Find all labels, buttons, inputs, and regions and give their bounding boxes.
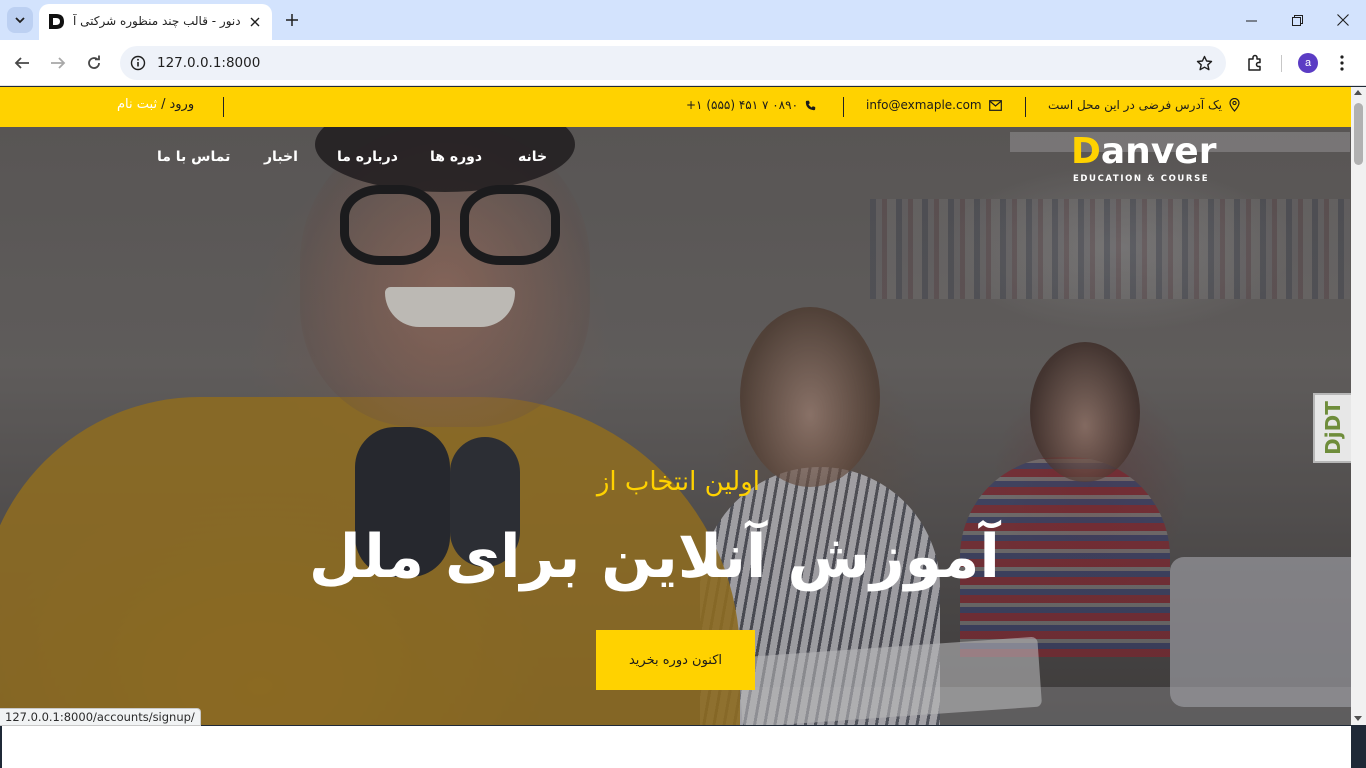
scroll-down-icon[interactable] bbox=[1354, 716, 1362, 721]
tab-strip: دنور - قالب چند منظوره شرکتی آ bbox=[0, 0, 1366, 40]
auth-separator: / bbox=[161, 97, 166, 112]
minimize-icon bbox=[1245, 20, 1257, 21]
phone-icon bbox=[805, 100, 816, 110]
top-info-bar: یک آدرس فرضی در این محل است info@exmaple… bbox=[0, 87, 1351, 127]
link-status-bubble: 127.0.0.1:8000/accounts/signup/ bbox=[0, 708, 201, 726]
address-bar[interactable]: 127.0.0.1:8000 bbox=[120, 46, 1226, 80]
logo-initial: D bbox=[1071, 131, 1101, 172]
signup-link[interactable]: ثبت نام bbox=[117, 97, 157, 112]
site-logo[interactable]: Danver EDUCATION & COURSE bbox=[1071, 131, 1241, 184]
active-tab[interactable]: دنور - قالب چند منظوره شرکتی آ bbox=[39, 4, 272, 40]
scroll-thumb[interactable] bbox=[1354, 103, 1363, 165]
minimize-button[interactable] bbox=[1228, 0, 1274, 40]
new-tab-button[interactable] bbox=[281, 9, 303, 31]
hero-section: Danver EDUCATION & COURSE خانه دوره ها د… bbox=[0, 127, 1351, 725]
profile-avatar[interactable]: a bbox=[1298, 53, 1318, 73]
logo-wordmark: Danver bbox=[1071, 131, 1216, 172]
auth-links: ورود/ ثبت نام bbox=[117, 97, 194, 112]
browser-menu-icon[interactable] bbox=[1334, 51, 1350, 75]
bookmark-star-icon[interactable] bbox=[1194, 53, 1214, 73]
site-info-icon[interactable] bbox=[128, 53, 148, 73]
browser-toolbar: 127.0.0.1:8000 a bbox=[0, 40, 1366, 86]
close-icon bbox=[1337, 14, 1349, 26]
email-info[interactable]: info@exmaple.com bbox=[866, 98, 1002, 112]
email-text[interactable]: info@exmaple.com bbox=[866, 98, 982, 112]
hero-subtitle: اولین انتخاب از bbox=[596, 467, 760, 497]
nav-item-news[interactable]: اخبار bbox=[264, 149, 298, 165]
arrow-left-icon bbox=[14, 57, 29, 69]
tab-search-button[interactable] bbox=[7, 7, 33, 33]
page-viewport: یک آدرس فرضی در این محل است info@exmaple… bbox=[0, 87, 1351, 725]
extensions-puzzle-icon[interactable] bbox=[1243, 51, 1267, 75]
logo-rest: anver bbox=[1100, 131, 1217, 172]
close-window-button[interactable] bbox=[1320, 0, 1366, 40]
nav-item-contact[interactable]: تماس با ما bbox=[157, 149, 230, 165]
info-divider bbox=[223, 97, 224, 117]
plus-icon bbox=[286, 14, 298, 26]
debug-toolbar-handle[interactable]: DjDT bbox=[1313, 393, 1351, 463]
map-pin-icon bbox=[1229, 98, 1240, 112]
info-divider bbox=[843, 97, 844, 117]
reload-button[interactable] bbox=[80, 49, 108, 77]
restore-button[interactable] bbox=[1274, 0, 1320, 40]
hero-title: آموزش آنلاین برای ملل bbox=[308, 522, 1000, 592]
nav-item-home[interactable]: خانه bbox=[518, 149, 547, 165]
address-text: یک آدرس فرضی در این محل است bbox=[1048, 98, 1223, 112]
page-below-fold bbox=[0, 726, 1351, 768]
page-scrollbar[interactable] bbox=[1351, 87, 1366, 725]
arrow-right-icon bbox=[51, 57, 66, 69]
chevron-down-icon bbox=[15, 17, 25, 24]
logo-tagline: EDUCATION & COURSE bbox=[1073, 174, 1210, 184]
tab-title: دنور - قالب چند منظوره شرکتی آ bbox=[73, 14, 241, 28]
reload-icon bbox=[88, 55, 100, 69]
toolbar-separator bbox=[1281, 55, 1282, 72]
forward-button[interactable] bbox=[44, 49, 72, 77]
phone-text[interactable]: +۱ (۵۵۵) ۴۵۱ ۷ ۰۸۹۰ bbox=[686, 98, 798, 112]
info-divider bbox=[1025, 97, 1026, 117]
site-favicon-icon bbox=[48, 13, 65, 30]
nav-item-about[interactable]: درباره ما bbox=[337, 149, 398, 165]
envelope-icon bbox=[988, 99, 1002, 111]
back-button[interactable] bbox=[8, 49, 36, 77]
phone-info[interactable]: +۱ (۵۵۵) ۴۵۱ ۷ ۰۸۹۰ bbox=[686, 98, 816, 112]
nav-item-courses[interactable]: دوره ها bbox=[430, 149, 482, 165]
debug-toolbar-label: DjDT bbox=[1321, 401, 1346, 455]
restore-icon bbox=[1291, 14, 1303, 26]
address-info: یک آدرس فرضی در این محل است bbox=[1048, 98, 1240, 112]
buy-course-button[interactable]: اکنون دوره بخرید bbox=[596, 630, 755, 690]
url-text[interactable]: 127.0.0.1:8000 bbox=[157, 55, 260, 71]
login-link[interactable]: ورود bbox=[169, 97, 194, 112]
tab-close-icon[interactable] bbox=[246, 13, 264, 31]
scroll-up-icon[interactable] bbox=[1354, 90, 1362, 95]
